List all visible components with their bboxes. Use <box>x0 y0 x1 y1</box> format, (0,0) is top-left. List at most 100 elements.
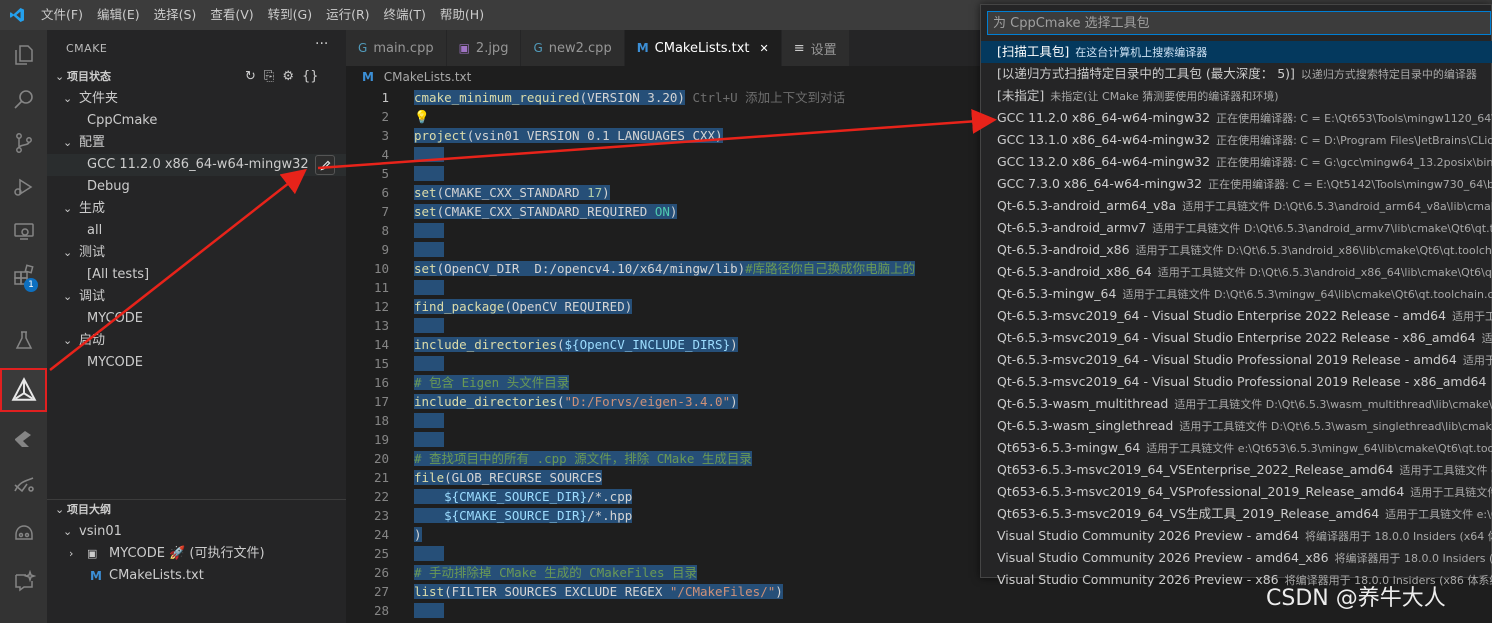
tree-folder-header[interactable]: ⌄ 文件夹 <box>47 88 346 110</box>
menu-item[interactable]: 文件(F) <box>34 0 90 30</box>
menu-item[interactable]: 帮助(H) <box>433 0 491 30</box>
code-line[interactable] <box>414 354 445 373</box>
extensions-icon[interactable]: 1 <box>0 253 47 297</box>
code-line[interactable]: set(CMAKE_CXX_STANDARD 17) <box>414 183 610 202</box>
kit-option[interactable]: Qt653-6.5.3-mingw_64 适用于工具链文件 e:\Qt653\6.… <box>981 437 1492 459</box>
code-line[interactable]: set(CMAKE_CXX_STANDARD_REQUIRED ON) <box>414 202 678 221</box>
tree-debug-target[interactable]: MYCODE <box>47 308 346 330</box>
tree-config-build-type[interactable]: Debug <box>47 176 346 198</box>
tab-new2-cpp[interactable]: Gnew2.cpp <box>521 30 625 66</box>
code-line[interactable]: cmake_minimum_required(VERSION 3.20) Ctr… <box>414 88 845 107</box>
kit-option[interactable]: Qt653-6.5.3-msvc2019_64_VS生成工具_2019_Rele… <box>981 503 1492 525</box>
tab-main-cpp[interactable]: Gmain.cpp <box>346 30 447 66</box>
code-line[interactable] <box>414 240 445 259</box>
run-debug-icon[interactable] <box>0 165 47 209</box>
tree-test-header[interactable]: ⌄ 测试 <box>47 242 346 264</box>
code-line[interactable] <box>414 430 445 449</box>
code-line[interactable]: 💡 <box>414 107 430 126</box>
kit-option[interactable]: Qt653-6.5.3-msvc2019_64_VSEnterprise_202… <box>981 459 1492 481</box>
menu-item[interactable]: 编辑(E) <box>90 0 147 30</box>
code-line[interactable] <box>414 145 445 164</box>
code-line[interactable]: file(GLOB_RECURSE SOURCES <box>414 468 603 487</box>
kit-option[interactable]: Qt-6.5.3-android_x86_64 适用于工具链文件 D:\Qt\6.… <box>981 261 1492 283</box>
kit-option[interactable]: Qt-6.5.3-msvc2019_64 - Visual Studio Pro… <box>981 371 1492 393</box>
search-icon[interactable] <box>0 77 47 121</box>
tree-launch-header[interactable]: ⌄ 启动 <box>47 330 346 352</box>
delete-cache-icon[interactable]: ⎘ <box>264 66 274 88</box>
code-line[interactable]: list(FILTER SOURCES EXCLUDE REGEX "/CMak… <box>414 582 783 601</box>
kit-option[interactable]: Visual Studio Community 2026 Preview - a… <box>981 525 1492 547</box>
kit-option[interactable]: [扫描工具包] 在这台计算机上搜索编译器 <box>981 41 1492 63</box>
kit-option[interactable]: Qt-6.5.3-android_x86 适用于工具链文件 D:\Qt\6.5.3… <box>981 239 1492 261</box>
code-line[interactable]: ) <box>414 525 422 544</box>
code-line[interactable] <box>414 601 445 620</box>
kit-option[interactable]: Qt-6.5.3-mingw_64 适用于工具链文件 D:\Qt\6.5.3\mi… <box>981 283 1492 305</box>
pipeline-icon[interactable] <box>0 463 47 507</box>
kit-option[interactable]: GCC 11.2.0 x86_64-w64-mingw32 正在使用编译器: C … <box>981 107 1492 129</box>
kit-option[interactable]: GCC 7.3.0 x86_64-w64-mingw32 正在使用编译器: C =… <box>981 173 1492 195</box>
code-line[interactable] <box>414 316 445 335</box>
code-line[interactable]: # 查找项目中的所有 .cpp 源文件，排除 CMake 生成目录 <box>414 449 752 468</box>
code-line[interactable] <box>414 544 445 563</box>
menu-item[interactable]: 运行(R) <box>319 0 376 30</box>
menu-item[interactable]: 转到(G) <box>261 0 319 30</box>
testing-icon[interactable] <box>0 319 47 363</box>
tree-build-header[interactable]: ⌄ 生成 <box>47 198 346 220</box>
tree-folder-value[interactable]: CppCmake <box>47 110 346 132</box>
kit-option[interactable]: Qt-6.5.3-msvc2019_64 - Visual Studio Pro… <box>981 349 1492 371</box>
edit-kit-pencil-icon[interactable] <box>315 155 335 175</box>
chat-sparkle-icon[interactable] <box>0 560 47 604</box>
code-line[interactable]: find_package(OpenCV REQUIRED) <box>414 297 633 316</box>
tab--[interactable]: ≡ 设置 <box>781 30 850 66</box>
kit-option[interactable]: GCC 13.1.0 x86_64-w64-mingw32 正在使用编译器: C … <box>981 129 1492 151</box>
code-line[interactable] <box>414 221 445 240</box>
tree-launch-target[interactable]: MYCODE <box>47 352 346 374</box>
kit-option[interactable]: Qt-6.5.3-msvc2019_64 - Visual Studio Ent… <box>981 327 1492 349</box>
remote-explorer-icon[interactable] <box>0 209 47 253</box>
kit-option[interactable]: Qt-6.5.3-wasm_multithread 适用于工具链文件 D:\Qt\… <box>981 393 1492 415</box>
tab-2-jpg[interactable]: ▣ 2.jpg <box>446 30 522 66</box>
tree-build-target[interactable]: all <box>47 220 346 242</box>
flutter-icon[interactable] <box>0 417 47 461</box>
kit-option[interactable]: GCC 13.2.0 x86_64-w64-mingw32 正在使用编译器: C … <box>981 151 1492 173</box>
project-status-section[interactable]: ⌄ 项目状态 ↻ ⎘ ⚙ {} <box>47 66 346 88</box>
kit-search-input[interactable] <box>987 11 1491 35</box>
code-line[interactable]: # 包含 Eigen 头文件目录 <box>414 373 570 392</box>
source-control-icon[interactable] <box>0 121 47 165</box>
code-line[interactable]: set(OpenCV_DIR D:/opencv4.10/x64/mingw/l… <box>414 259 916 278</box>
outline-cmakelists[interactable]: M CMakeLists.txt <box>47 565 346 587</box>
tree-debug-header[interactable]: ⌄ 调试 <box>47 286 346 308</box>
braces-icon[interactable]: {} <box>302 66 319 88</box>
copilot-icon[interactable] <box>0 511 47 555</box>
tree-test-target[interactable]: [All tests] <box>47 264 346 286</box>
close-icon[interactable]: ✕ <box>760 42 769 55</box>
kit-option[interactable]: Visual Studio Community 2026 Preview - a… <box>981 547 1492 569</box>
kit-option[interactable]: Qt653-6.5.3-msvc2019_64_VSProfessional_2… <box>981 481 1492 503</box>
tree-config-kit[interactable]: GCC 11.2.0 x86_64-w64-mingw32 <box>47 154 346 176</box>
kit-option[interactable]: [以递归方式扫描特定目录中的工具包 (最大深度： 5)] 以递归方式搜索特定目录中… <box>981 63 1492 85</box>
code-line[interactable]: ${CMAKE_SOURCE_DIR}/*.cpp <box>414 487 633 506</box>
refresh-icon[interactable]: ↻ <box>245 66 256 88</box>
kit-option[interactable]: [未指定] 未指定(让 CMake 猜测要使用的编译器和环境) <box>981 85 1492 107</box>
menu-item[interactable]: 查看(V) <box>203 0 260 30</box>
tab-cmakelists-txt[interactable]: M CMakeLists.txt ✕ <box>624 30 782 66</box>
outline-root[interactable]: ⌄ vsin01 <box>47 521 346 543</box>
code-line[interactable] <box>414 164 445 183</box>
code-line[interactable]: include_directories(${OpenCV_INCLUDE_DIR… <box>414 335 738 354</box>
project-outline-section[interactable]: ⌄ 项目大纲 <box>47 499 346 521</box>
code-line[interactable]: ${CMAKE_SOURCE_DIR}/*.hpp <box>414 506 633 525</box>
outline-executable[interactable]: › ▣ MYCODE 🚀 (可执行文件) <box>47 543 346 565</box>
more-actions-icon[interactable]: ··· <box>315 36 328 52</box>
kit-option[interactable]: Qt-6.5.3-android_armv7 适用于工具链文件 D:\Qt\6.5… <box>981 217 1492 239</box>
code-line[interactable]: # 手动排除掉 CMake 生成的 CMakeFiles 目录 <box>414 563 698 582</box>
menu-item[interactable]: 终端(T) <box>377 0 433 30</box>
code-line[interactable]: project(vsin01 VERSION 0.1 LANGUAGES CXX… <box>414 126 723 145</box>
kit-option[interactable]: Qt-6.5.3-android_arm64_v8a 适用于工具链文件 D:\Qt… <box>981 195 1492 217</box>
code-line[interactable] <box>414 411 445 430</box>
kit-option[interactable]: Qt-6.5.3-msvc2019_64 - Visual Studio Ent… <box>981 305 1492 327</box>
kit-option[interactable]: Qt-6.5.3-wasm_singlethread 适用于工具链文件 D:\Qt… <box>981 415 1492 437</box>
tree-config-header[interactable]: ⌄ 配置 <box>47 132 346 154</box>
cmake-icon[interactable] <box>0 368 47 412</box>
code-line[interactable]: include_directories("D:/Forvs/eigen-3.4.… <box>414 392 738 411</box>
explorer-icon[interactable] <box>0 33 47 77</box>
